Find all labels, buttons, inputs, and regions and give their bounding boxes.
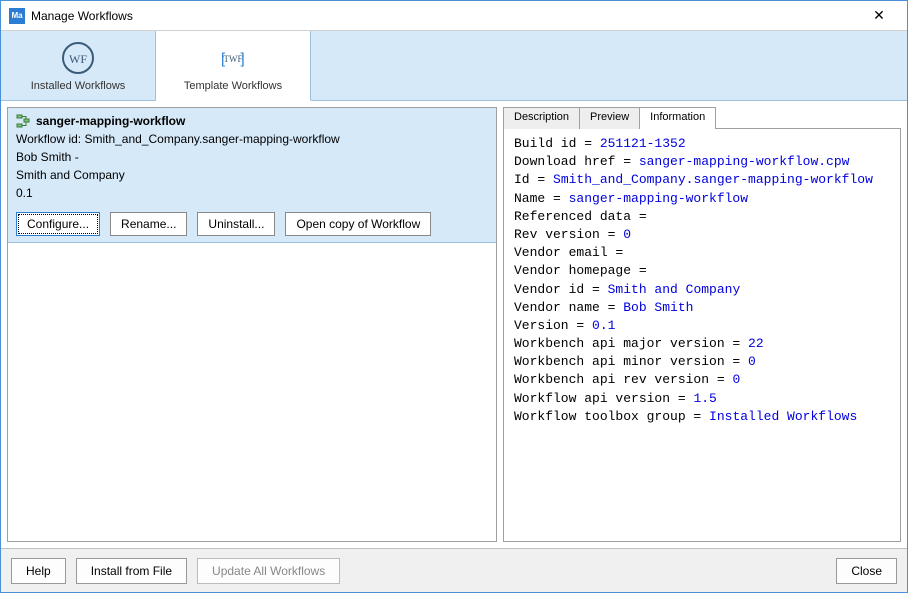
manage-workflows-window: Ma Manage Workflows ✕ WF Installed Workf… xyxy=(0,0,908,593)
wf-icon: WF xyxy=(60,40,96,76)
info-row: Vendor name = Bob Smith xyxy=(514,299,890,317)
svg-text:WF: WF xyxy=(69,52,87,66)
rename-button[interactable]: Rename... xyxy=(110,212,187,236)
info-key: Rev version = xyxy=(514,227,623,242)
info-key: Workflow toolbox group = xyxy=(514,409,709,424)
tab-description[interactable]: Description xyxy=(503,107,580,129)
help-button[interactable]: Help xyxy=(11,558,66,584)
tab-label: Template Workflows xyxy=(184,80,282,92)
info-key: Name = xyxy=(514,191,569,206)
top-tabs: WF Installed Workflows [TWF] Template Wo… xyxy=(1,31,907,101)
uninstall-button[interactable]: Uninstall... xyxy=(197,212,275,236)
info-key: Vendor email = xyxy=(514,245,623,260)
info-value: sanger-mapping-workflow xyxy=(569,191,748,206)
info-key: Download href = xyxy=(514,154,639,169)
titlebar: Ma Manage Workflows ✕ xyxy=(1,1,907,31)
info-row: Id = Smith_and_Company.sanger-mapping-wo… xyxy=(514,171,890,189)
tab-information[interactable]: Information xyxy=(639,107,716,129)
info-key: Workbench api minor version = xyxy=(514,354,748,369)
info-row: Vendor id = Smith and Company xyxy=(514,281,890,299)
tab-preview[interactable]: Preview xyxy=(579,107,640,129)
info-row: Workflow toolbox group = Installed Workf… xyxy=(514,408,890,426)
info-row: Workbench api minor version = 0 xyxy=(514,353,890,371)
update-all-workflows-button: Update All Workflows xyxy=(197,558,340,584)
svg-text:TWF: TWF xyxy=(224,53,243,63)
info-key: Vendor homepage = xyxy=(514,263,647,278)
info-tabs: Description Preview Information xyxy=(503,107,901,129)
information-panel: Build id = 251121-1352Download href = sa… xyxy=(503,129,901,542)
app-icon: Ma xyxy=(9,8,25,24)
twf-icon: [TWF] xyxy=(215,40,251,76)
info-row: Workbench api rev version = 0 xyxy=(514,371,890,389)
info-row: Version = 0.1 xyxy=(514,317,890,335)
info-key: Vendor name = xyxy=(514,300,623,315)
info-row: Rev version = 0 xyxy=(514,226,890,244)
window-title: Manage Workflows xyxy=(31,9,859,23)
info-key: Workflow api version = xyxy=(514,391,693,406)
info-key: Vendor id = xyxy=(514,282,608,297)
info-value: sanger-mapping-workflow.cpw xyxy=(639,154,850,169)
tab-label: Installed Workflows xyxy=(31,80,126,92)
info-key: Version = xyxy=(514,318,592,333)
tab-installed-workflows[interactable]: WF Installed Workflows xyxy=(1,31,156,100)
info-value: 251121-1352 xyxy=(600,136,686,151)
info-key: Workbench api major version = xyxy=(514,336,748,351)
info-value: Smith and Company xyxy=(608,282,741,297)
info-value: 0.1 xyxy=(592,318,615,333)
tab-template-workflows[interactable]: [TWF] Template Workflows xyxy=(156,31,311,101)
info-value: 0 xyxy=(623,227,631,242)
workflow-item[interactable]: sanger-mapping-workflow Workflow id: Smi… xyxy=(8,108,496,243)
info-row: Referenced data = xyxy=(514,208,890,226)
info-row: Download href = sanger-mapping-workflow.… xyxy=(514,153,890,171)
workflow-company: Smith and Company xyxy=(16,166,488,184)
workflow-version: 0.1 xyxy=(16,184,488,202)
workflow-item-icon xyxy=(16,114,30,128)
details-pane: Description Preview Information Build id… xyxy=(503,107,901,542)
info-value: 0 xyxy=(732,372,740,387)
workflow-author: Bob Smith - xyxy=(16,148,488,166)
configure-button[interactable]: Configure... xyxy=(16,212,100,236)
main-area: sanger-mapping-workflow Workflow id: Smi… xyxy=(1,101,907,548)
open-copy-button[interactable]: Open copy of Workflow xyxy=(285,212,431,236)
info-value: Bob Smith xyxy=(623,300,693,315)
install-from-file-button[interactable]: Install from File xyxy=(76,558,187,584)
info-value: 1.5 xyxy=(693,391,716,406)
info-row: Vendor homepage = xyxy=(514,262,890,280)
info-key: Workbench api rev version = xyxy=(514,372,732,387)
info-row: Build id = 251121-1352 xyxy=(514,135,890,153)
close-button[interactable]: Close xyxy=(836,558,897,584)
info-value: Installed Workflows xyxy=(709,409,857,424)
workflow-actions: Configure... Rename... Uninstall... Open… xyxy=(16,212,488,236)
info-value: 22 xyxy=(748,336,764,351)
info-key: Id = xyxy=(514,172,553,187)
close-icon[interactable]: ✕ xyxy=(859,2,899,30)
footer: Help Install from File Update All Workfl… xyxy=(1,548,907,592)
svg-text:]: ] xyxy=(241,50,245,67)
info-key: Build id = xyxy=(514,136,600,151)
info-key: Referenced data = xyxy=(514,209,647,224)
workflow-id: Workflow id: Smith_and_Company.sanger-ma… xyxy=(16,130,488,148)
info-row: Name = sanger-mapping-workflow xyxy=(514,190,890,208)
info-row: Workbench api major version = 22 xyxy=(514,335,890,353)
workflow-list: sanger-mapping-workflow Workflow id: Smi… xyxy=(7,107,497,542)
info-row: Vendor email = xyxy=(514,244,890,262)
info-value: Smith_and_Company.sanger-mapping-workflo… xyxy=(553,172,873,187)
info-row: Workflow api version = 1.5 xyxy=(514,390,890,408)
info-value: 0 xyxy=(748,354,756,369)
workflow-name: sanger-mapping-workflow xyxy=(36,114,185,128)
